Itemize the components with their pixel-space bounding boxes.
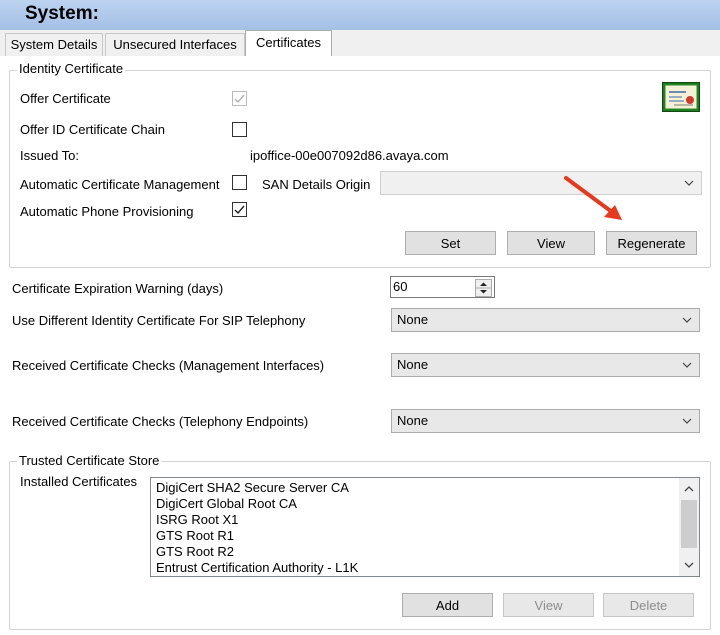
- tab-system-details[interactable]: System Details: [5, 33, 103, 56]
- checks-management-label: Received Certificate Checks (Management …: [12, 358, 325, 373]
- chevron-down-icon: [684, 180, 694, 186]
- sip-identity-select[interactable]: None: [391, 308, 700, 332]
- window-title: System:: [25, 3, 99, 24]
- chevron-down-icon: [682, 362, 692, 368]
- tab-strip: System Details Unsecured Interfaces Cert…: [0, 30, 720, 57]
- offer-chain-label: Offer ID Certificate Chain: [20, 122, 165, 137]
- add-certificate-button[interactable]: Add: [402, 593, 493, 617]
- list-scrollbar[interactable]: [679, 478, 699, 576]
- view-certificate-button[interactable]: View: [503, 593, 594, 617]
- certificates-panel: Identity Certificate Offer Certificate O…: [0, 56, 720, 635]
- list-item[interactable]: DigiCert SHA2 Secure Server CA: [156, 480, 349, 495]
- auto-phone-provisioning-checkbox[interactable]: [232, 202, 247, 217]
- spin-arrows-icon: [476, 282, 491, 294]
- san-origin-select[interactable]: [380, 171, 702, 195]
- auto-cert-management-checkbox[interactable]: [232, 175, 247, 190]
- view-identity-button[interactable]: View: [507, 231, 595, 255]
- issued-to-value: ipoffice-00e007092d86.avaya.com: [250, 148, 449, 163]
- delete-certificate-button[interactable]: Delete: [603, 593, 694, 617]
- checks-telephony-value: None: [397, 413, 429, 428]
- scroll-arrows-icon: [681, 486, 697, 568]
- sip-identity-label: Use Different Identity Certificate For S…: [12, 313, 306, 328]
- set-button[interactable]: Set: [405, 231, 496, 255]
- window-header: System:: [0, 0, 720, 31]
- spin-buttons[interactable]: [475, 279, 492, 297]
- installed-certificates-list[interactable]: DigiCert SHA2 Secure Server CA DigiCert …: [150, 477, 700, 577]
- offer-chain-checkbox[interactable]: [232, 122, 247, 137]
- annotation-arrow: [560, 174, 630, 226]
- list-item[interactable]: Entrust Certification Authority - L1K: [156, 560, 358, 575]
- installed-certificates-label: Installed Certificates: [20, 474, 138, 489]
- list-item[interactable]: DigiCert Global Root CA: [156, 496, 297, 511]
- list-item[interactable]: ISRG Root X1: [156, 512, 238, 527]
- checks-management-value: None: [397, 357, 429, 372]
- offer-certificate-checkbox[interactable]: [232, 91, 247, 106]
- auto-phone-provisioning-label: Automatic Phone Provisioning: [20, 204, 194, 219]
- tab-certificates[interactable]: Certificates: [245, 30, 332, 57]
- list-item[interactable]: GTS Root R2: [156, 544, 234, 559]
- regenerate-button[interactable]: Regenerate: [606, 231, 697, 255]
- checks-telephony-select[interactable]: None: [391, 409, 700, 433]
- expiration-warning-value: 60: [393, 279, 408, 294]
- checks-management-select[interactable]: None: [391, 353, 700, 377]
- expiration-warning-input[interactable]: 60: [390, 276, 495, 298]
- san-origin-label: SAN Details Origin: [262, 177, 371, 192]
- offer-certificate-label: Offer Certificate: [20, 91, 111, 106]
- sip-identity-value: None: [397, 312, 429, 327]
- auto-cert-management-label: Automatic Certificate Management: [20, 177, 220, 192]
- identity-certificate-legend: Identity Certificate: [17, 61, 126, 76]
- list-item[interactable]: GTS Root R1: [156, 528, 234, 543]
- certificate-icon: [662, 82, 700, 112]
- expiration-warning-label: Certificate Expiration Warning (days): [12, 281, 224, 296]
- checks-telephony-label: Received Certificate Checks (Telephony E…: [12, 414, 309, 429]
- trusted-store-legend: Trusted Certificate Store: [17, 453, 162, 468]
- tab-unsecured-interfaces[interactable]: Unsecured Interfaces: [105, 33, 245, 56]
- issued-to-label: Issued To:: [20, 148, 80, 163]
- chevron-down-icon: [682, 317, 692, 323]
- chevron-down-icon: [682, 418, 692, 424]
